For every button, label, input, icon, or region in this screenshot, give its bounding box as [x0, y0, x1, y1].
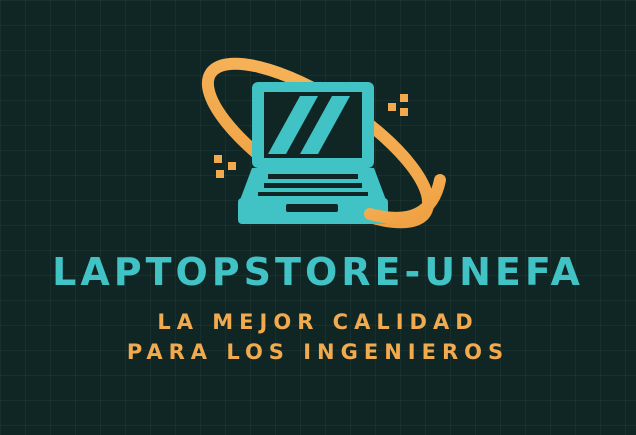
tagline-line-1: LA MEJOR CALIDAD [157, 310, 479, 334]
pixel-squares-left [214, 155, 236, 178]
laptop-screen [252, 82, 374, 168]
laptop-orbit-icon [201, 57, 446, 229]
pixel-squares-right [388, 94, 408, 116]
logo [0, 0, 636, 435]
brand-name: LAPTOPSTORE-UNEFA [52, 250, 584, 294]
tagline-line-2: PARA LOS INGENIEROS [126, 340, 510, 364]
